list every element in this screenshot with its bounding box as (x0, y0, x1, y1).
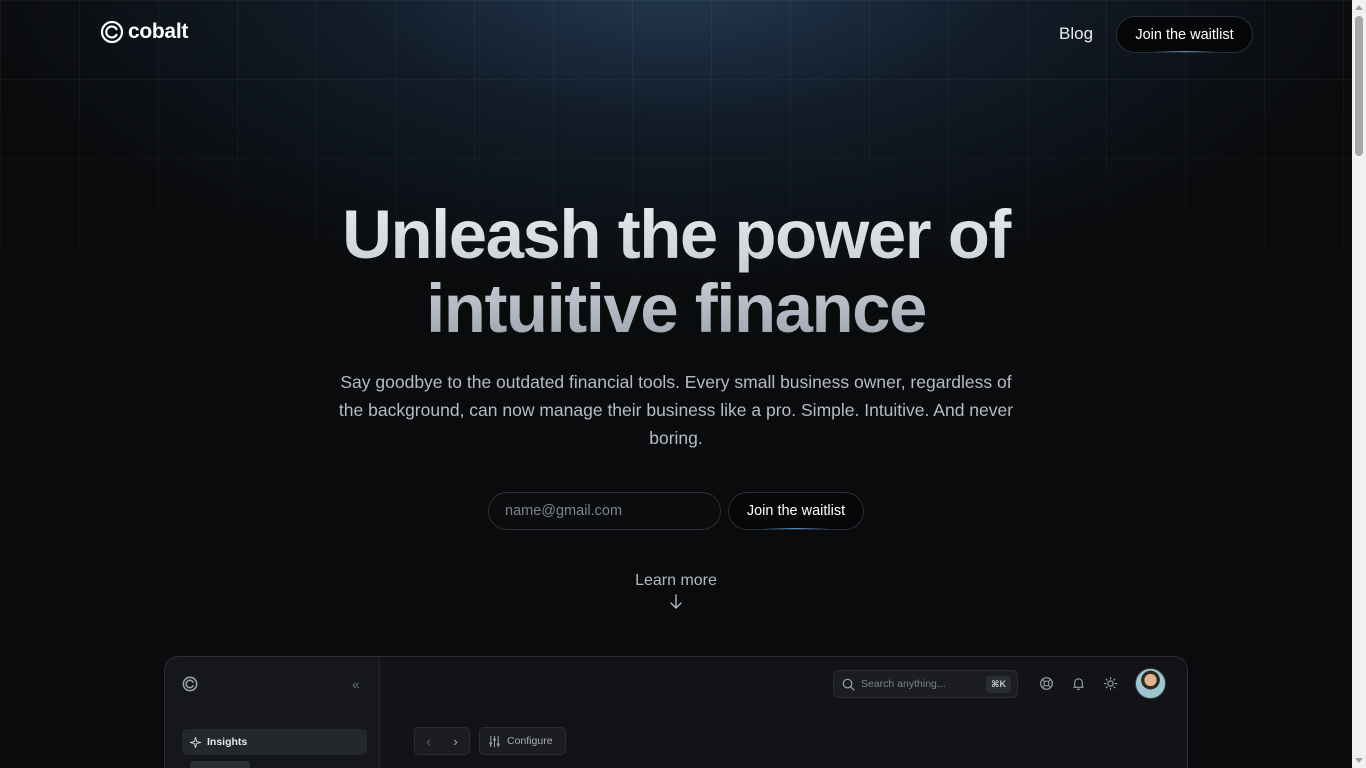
scroll-down-arrow-icon[interactable] (1355, 758, 1363, 763)
sidebar-item-label: Insights (207, 736, 248, 748)
learn-more-link[interactable]: Learn more (0, 572, 1352, 610)
collapse-sidebar-icon[interactable]: « (352, 676, 360, 692)
forward-icon[interactable]: › (453, 734, 457, 749)
brand-name: cobalt (128, 20, 189, 43)
sliders-icon (489, 735, 500, 747)
scroll-up-arrow-icon[interactable] (1355, 5, 1363, 10)
hero-title: Unleash the power of intuitive finance (0, 198, 1352, 346)
landing-page: cobalt Blog Join the waitlist Unleash th… (0, 0, 1352, 768)
sun-icon[interactable] (1103, 676, 1118, 691)
header-join-waitlist-button[interactable]: Join the waitlist (1116, 16, 1253, 53)
back-icon[interactable]: ‹ (426, 734, 430, 749)
preview-sidebar: « Insights (165, 657, 380, 768)
hero-title-line1: Unleash the power of (342, 196, 1010, 273)
brand-logo[interactable]: cobalt (100, 20, 188, 44)
search-shortcut-badge: ⌘K (986, 676, 1011, 693)
bell-icon[interactable] (1071, 676, 1086, 691)
configure-label: Configure (507, 735, 553, 747)
user-avatar[interactable] (1135, 668, 1166, 699)
search-icon (842, 678, 855, 690)
cobalt-logo-icon (182, 676, 198, 692)
configure-button[interactable]: Configure (479, 727, 566, 755)
support-icon[interactable] (1039, 676, 1054, 691)
sidebar-item-insights[interactable]: Insights (182, 729, 367, 755)
nav-blog-link[interactable]: Blog (1059, 24, 1093, 44)
app-preview: « Insights Search anything... ⌘K ‹ › Con… (164, 656, 1188, 768)
arrow-down-icon (670, 594, 682, 609)
preview-search-box[interactable]: Search anything... ⌘K (833, 670, 1018, 698)
sidebar-item-placeholder[interactable] (190, 761, 250, 768)
search-placeholder: Search anything... (861, 678, 946, 690)
cobalt-logo-icon (100, 20, 124, 44)
page-scrollbar[interactable] (1352, 0, 1366, 768)
learn-more-label: Learn more (635, 572, 717, 589)
scrollbar-thumb[interactable] (1355, 16, 1363, 156)
history-nav: ‹ › (414, 727, 470, 755)
sparkle-icon (190, 736, 201, 748)
hero-join-waitlist-button[interactable]: Join the waitlist (728, 492, 864, 530)
hero-subtitle: Say goodbye to the outdated financial to… (338, 372, 1014, 448)
hero-title-line2: intuitive finance (426, 270, 926, 347)
email-input[interactable] (488, 492, 721, 530)
